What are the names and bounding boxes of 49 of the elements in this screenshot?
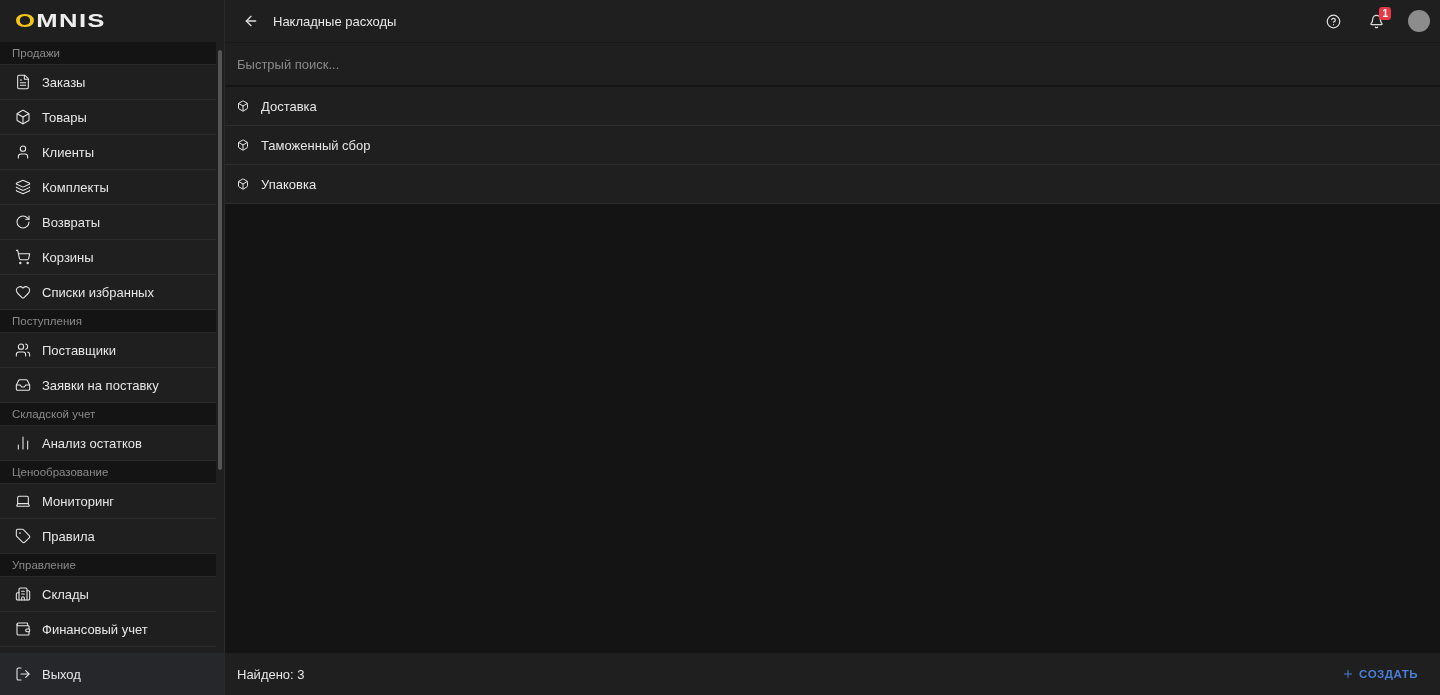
section-heading: Складской учет <box>0 403 216 426</box>
bell-icon <box>1369 13 1384 29</box>
cube-icon <box>237 178 249 190</box>
building-icon <box>15 586 31 602</box>
notification-badge: 1 <box>1379 6 1391 20</box>
sidebar-item[interactable]: Финансовый учет <box>0 612 216 647</box>
avatar[interactable] <box>1408 10 1430 32</box>
sidebar-item[interactable]: Заказы <box>0 65 216 100</box>
logout-item[interactable]: Выход <box>0 653 224 695</box>
cube-icon <box>15 109 31 125</box>
section-heading: Управление <box>0 554 216 577</box>
refresh-icon <box>15 214 31 230</box>
layers-icon <box>15 179 31 195</box>
sidebar-item[interactable]: Корзины <box>0 240 216 275</box>
logout-icon <box>15 666 31 682</box>
sidebar-item[interactable]: Поставщики <box>0 333 216 368</box>
inbox-icon <box>15 377 31 393</box>
scrollbar-thumb[interactable] <box>218 50 222 470</box>
notifications-button[interactable]: 1 <box>1365 9 1388 33</box>
laptop-icon <box>15 493 31 509</box>
sidebar-item[interactable]: Возвраты <box>0 205 216 240</box>
cube-icon <box>237 139 249 151</box>
bar-chart-icon <box>15 435 31 451</box>
help-icon <box>1326 13 1341 29</box>
sidebar-item[interactable]: Товары <box>0 100 216 135</box>
cart-icon <box>15 249 31 265</box>
sidebar-item[interactable]: Склады <box>0 577 216 612</box>
result-count: Найдено: 3 <box>237 666 305 682</box>
document-icon <box>15 74 31 90</box>
section-heading: Продажи <box>0 42 216 65</box>
heart-icon <box>15 284 31 300</box>
cube-icon <box>237 100 249 112</box>
tag-icon <box>15 528 31 544</box>
sidebar-item[interactable]: Мониторинг <box>0 484 216 519</box>
section-heading: Поступления <box>0 310 216 333</box>
people-icon <box>15 342 31 358</box>
search-field[interactable]: Быстрый поиск... <box>225 42 1440 87</box>
wallet-icon <box>15 621 31 637</box>
list-row[interactable]: Доставка <box>225 87 1440 126</box>
section-heading: Ценообразование <box>0 461 216 484</box>
plus-icon <box>1342 668 1355 680</box>
sidebar-item[interactable]: Комплекты <box>0 170 216 205</box>
list-row[interactable]: Таможенный сбор <box>225 126 1440 165</box>
page-title: Накладные расходы <box>273 13 398 29</box>
list-row[interactable]: Упаковка <box>225 165 1440 204</box>
person-icon <box>15 144 31 160</box>
sidebar-item[interactable]: Клиенты <box>0 135 216 170</box>
omnis-logo: OMNIS <box>15 10 106 32</box>
create-button[interactable]: СОЗДАТЬ <box>1332 662 1428 686</box>
